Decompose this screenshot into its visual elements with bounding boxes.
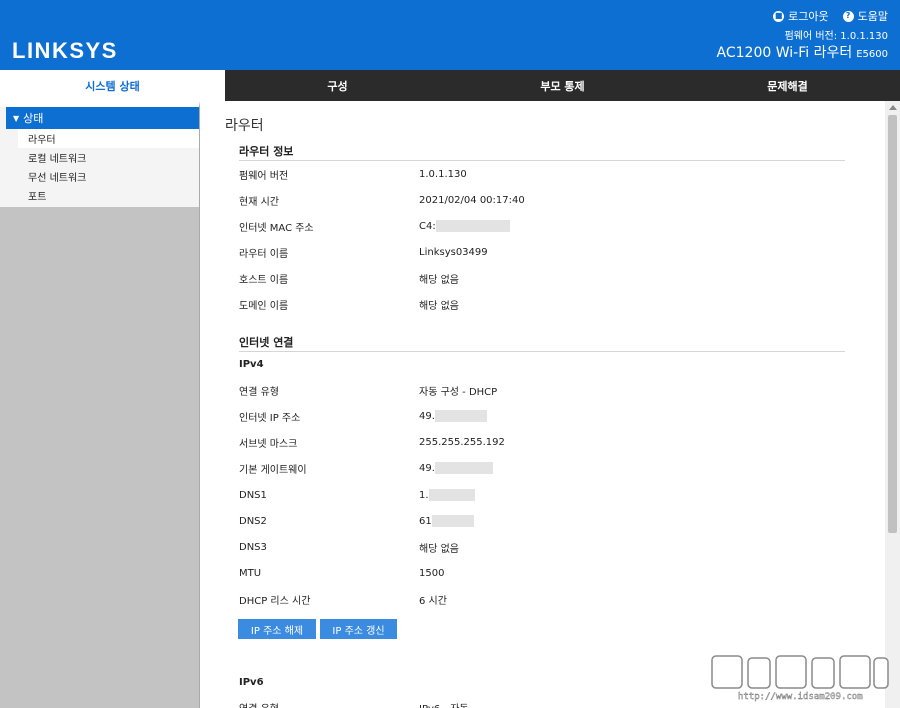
logout-label: 로그아웃 [788,10,829,23]
main-content: 라우터 라우터 정보 펌웨어 버전 1.0.1.130 현재 시간 2021/0… [225,101,885,708]
redacted-block [434,410,487,422]
main-tabs: 시스템 상태 구성 부모 통제 문제해결 [0,70,900,101]
caret-down-icon: ▼ [13,113,20,123]
router-info-row: 호스트 이름 해당 없음 [239,268,845,288]
row-label: 도메인 이름 [239,300,289,312]
internet-row: DNS2 61 [239,511,845,531]
redacted-block [435,220,510,232]
internet-row: 연결 유형 자동 구성 - DHCP [239,380,845,400]
scroll-up-arrow-icon[interactable] [889,105,897,110]
row-value: 1. [419,489,429,501]
row-value-wrap: 49. [419,462,493,474]
tab-parental-controls[interactable]: 부모 통제 [450,70,675,101]
row-value: 255.255.255.192 [419,436,505,448]
redacted-block [431,515,474,527]
redacted-block [434,462,493,474]
release-ip-button[interactable]: IP 주소 해제 [238,619,316,639]
row-label: DNS1 [239,489,267,501]
row-value-wrap: 1. [419,489,475,501]
row-label: 서브넷 마스크 [239,438,298,450]
router-info-row: 현재 시간 2021/02/04 00:17:40 [239,190,845,210]
top-header: LINKSYS ■ 로그아웃 ? 도움말 펌웨어 버전: 1.0.1.130 A… [0,0,900,70]
row-label: MTU [239,567,262,579]
row-label: 인터넷 IP 주소 [239,412,301,424]
internet-connection-heading: 인터넷 연결 [239,332,845,352]
row-label: 호스트 이름 [239,274,289,286]
internet-row: MTU 1500 [239,563,845,583]
row-label: 현재 시간 [239,196,279,208]
row-label: 연결 유형 [239,700,419,708]
row-value: 61 [419,515,432,527]
help-link[interactable]: ? 도움말 [842,8,888,24]
row-label: 연결 유형 [239,386,279,398]
row-value: 1500 [419,567,445,579]
row-label: DNS3 [239,541,267,553]
row-value: 해당 없음 [419,300,459,312]
row-value: Linksys03499 [419,246,488,258]
row-value: 해당 없음 [419,274,459,286]
internet-row: DNS1 1. [239,485,845,505]
sidebar-section-status[interactable]: ▼ 상태 [6,107,199,129]
sidebar: ▼ 상태 라우터 로컬 네트워크 무선 네트워크 포트 [0,101,200,708]
sidebar-item-ports[interactable]: 포트 [6,186,199,205]
ipv4-label: IPv4 [239,359,264,370]
redacted-block [428,489,475,501]
internet-row: DHCP 리스 시간 6 시간 [239,589,845,609]
firmware-version-label: 펌웨어 버전: 1.0.1.130 [784,31,888,42]
internet-row: 인터넷 IP 주소 49. [239,406,845,426]
row-value: 1.0.1.130 [419,168,467,180]
row-value-wrap: 49. [419,410,487,422]
model-title: AC1200 Wi-Fi 라우터 E5600 [717,42,888,62]
row-value: 49. [419,410,435,422]
row-value: C4: [419,220,436,232]
router-info-heading: 라우터 정보 [239,141,845,161]
vertical-scrollbar[interactable] [885,101,900,708]
internet-row: DNS3 해당 없음 [239,537,845,557]
model-number: E5600 [856,49,888,60]
row-value: 2021/02/04 00:17:40 [419,194,525,206]
ipv6-label: IPv6 [239,677,264,688]
model-name: AC1200 Wi-Fi 라우터 [716,45,853,61]
row-value-wrap: 61 [419,515,474,527]
scrollbar-thumb[interactable] [888,115,897,533]
tab-system-status[interactable]: 시스템 상태 [0,70,225,101]
sidebar-item-wireless-network[interactable]: 무선 네트워크 [6,167,199,186]
question-icon: ? [842,10,854,22]
lock-icon: ■ [773,10,785,22]
row-label: DNS2 [239,515,267,527]
tab-troubleshooting[interactable]: 문제해결 [675,70,900,101]
internet-row: 기본 게이트웨이 49. [239,458,845,478]
router-info-row: 인터넷 MAC 주소 C4: [239,216,845,236]
row-label: 라우터 이름 [239,248,289,260]
help-label: 도움말 [857,10,888,23]
header-links: ■ 로그아웃 ? 도움말 [773,8,888,24]
row-label: 인터넷 MAC 주소 [239,222,314,234]
row-label: 펌웨어 버전 [239,170,289,182]
router-info-row: 라우터 이름 Linksys03499 [239,242,845,262]
sidebar-section-label: 상태 [23,112,44,125]
tab-setup[interactable]: 구성 [225,70,450,101]
row-label: 기본 게이트웨이 [239,464,307,476]
sidebar-item-router[interactable]: 라우터 [18,129,199,148]
sidebar-item-local-network[interactable]: 로컬 네트워크 [6,148,199,167]
row-label: DHCP 리스 시간 [239,595,311,607]
row-value: 해당 없음 [419,543,459,555]
router-info-row: 도메인 이름 해당 없음 [239,294,845,314]
row-value-wrap: C4: [419,220,510,232]
page-title: 라우터 [225,118,264,134]
renew-ip-button[interactable]: IP 주소 갱신 [320,619,397,639]
row-value: 49. [419,462,435,474]
internet-row: 서브넷 마스크 255.255.255.192 [239,432,845,452]
logout-link[interactable]: ■ 로그아웃 [773,8,829,24]
router-info-row: 펌웨어 버전 1.0.1.130 [239,164,845,184]
row-value: 자동 구성 - DHCP [419,386,498,398]
row-value: IPv6 - 자동 [419,700,469,708]
linksys-logo: LINKSYS [12,38,118,63]
row-value: 6 시간 [419,595,447,607]
internet-row: 연결 유형 IPv6 - 자동 [239,697,845,708]
